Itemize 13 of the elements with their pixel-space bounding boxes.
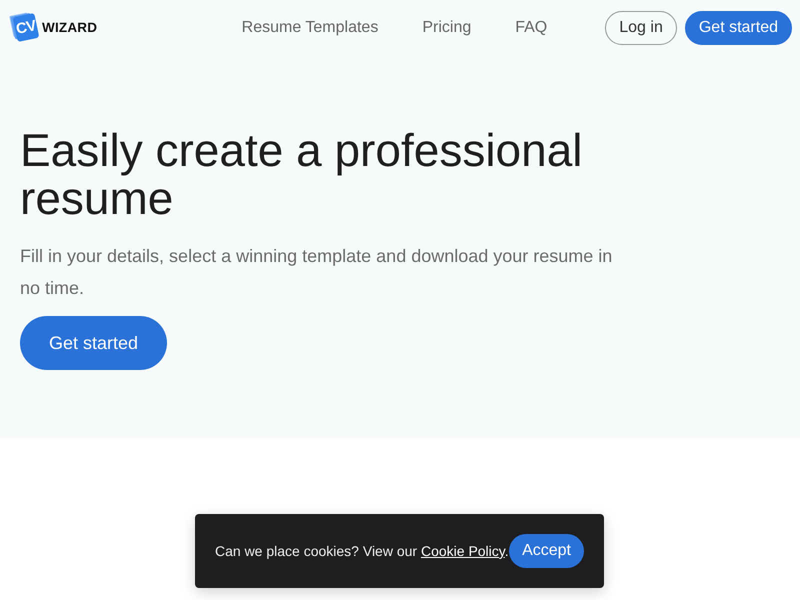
nav-link[interactable]: Pricing xyxy=(422,18,472,36)
logo-mark[interactable]: CV xyxy=(12,12,40,42)
get-started-button[interactable]: Get started xyxy=(684,10,792,44)
nav-link[interactable]: Resume Templates xyxy=(242,18,378,36)
cookie-message: Can we place cookies? View our Cookie Policy. xyxy=(215,543,509,559)
logo-wordmark[interactable]: WIZARD xyxy=(42,20,98,35)
accept-button[interactable]: Accept xyxy=(509,534,584,568)
cookie-policy-link[interactable]: Cookie Policy xyxy=(420,543,505,559)
get-started-button[interactable]: Get started xyxy=(20,316,168,370)
hero-title: Easily create a professional resume xyxy=(20,126,584,222)
hero-subtitle: Fill in your details, select a winning template and download your resume in no time. xyxy=(20,245,614,300)
nav-link[interactable]: FAQ xyxy=(515,18,548,36)
log-in-button[interactable]: Log in xyxy=(605,10,677,44)
